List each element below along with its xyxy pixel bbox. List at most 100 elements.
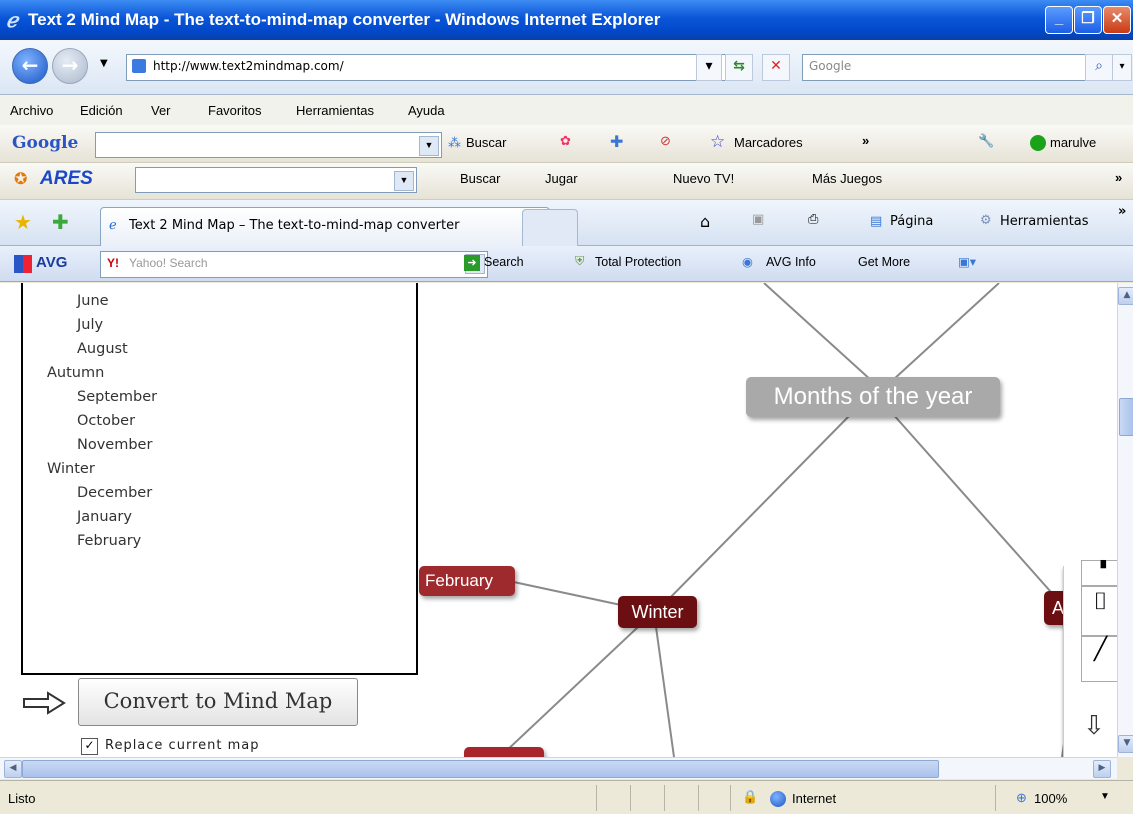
total-protection-button[interactable]: Total Protection [595, 255, 681, 269]
page-icon [132, 59, 146, 73]
menu-herramientas[interactable]: Herramientas [296, 103, 374, 118]
yahoo-icon: Y! [107, 256, 119, 270]
history-dropdown-icon[interactable]: ▼ [100, 58, 108, 69]
ares-tv-button[interactable]: Nuevo TV! [673, 171, 734, 186]
ares-play-button[interactable]: Jugar [545, 171, 578, 186]
forward-button[interactable]: → [52, 48, 88, 84]
google-search-button[interactable]: Buscar [466, 135, 506, 150]
replace-map-checkbox[interactable]: ✓ [81, 738, 98, 755]
wrench-icon[interactable]: 🔧 [978, 133, 994, 149]
new-tab-button[interactable] [522, 209, 578, 246]
ares-search-input[interactable]: ▼ [135, 167, 417, 193]
scroll-left-icon[interactable]: ◀ [4, 760, 22, 778]
ares-dropdown-icon[interactable]: ▼ [394, 171, 414, 191]
add-favorites-icon[interactable]: ✚ [52, 210, 69, 234]
search-icon[interactable]: ⌕ [1085, 54, 1113, 81]
menu-ver[interactable]: Ver [151, 103, 171, 118]
flower-icon[interactable]: ✿ [560, 133, 571, 149]
refresh-icon[interactable]: ⇆ [725, 54, 753, 81]
minimize-button[interactable]: _ [1045, 6, 1073, 34]
ares-games-button[interactable]: Más Juegos [812, 171, 882, 186]
vertical-scroll-thumb[interactable] [1119, 398, 1133, 436]
bookmarks-button[interactable]: Marcadores [734, 135, 803, 150]
mind-map-node-february[interactable]: February [419, 566, 515, 596]
ares-logo-icon: ✪ [14, 171, 28, 188]
line-tool-icon[interactable]: ╱ [1081, 636, 1117, 682]
google-dropdown-icon[interactable]: ▼ [419, 136, 439, 156]
menu-ayuda[interactable]: Ayuda [408, 103, 445, 118]
ares-search-button[interactable]: Buscar [460, 171, 500, 186]
avg-extra-icon[interactable]: ▣▾ [958, 254, 976, 269]
ie-logo-icon: ℯ [6, 10, 18, 32]
menu-bar: Archivo Edición Ver Favoritos Herramient… [0, 95, 1133, 125]
star-bookmark-icon: ☆ [710, 132, 726, 151]
stop-icon[interactable]: ✕ [762, 54, 790, 81]
status-divider [596, 785, 597, 811]
menu-favoritos[interactable]: Favoritos [208, 103, 261, 118]
maximize-button[interactable]: ❐ [1074, 6, 1102, 34]
url-field[interactable]: http://www.text2mindmap.com/ [126, 54, 749, 81]
avg-search-button[interactable]: Search [484, 255, 524, 269]
status-divider [630, 785, 631, 811]
google-logo: Google [12, 133, 79, 153]
map-tool-panel: ▝ ⌷ ╱ ⇩ [1063, 560, 1117, 757]
feeds-icon[interactable]: ▣ [752, 212, 764, 227]
horizontal-scroll-thumb[interactable] [22, 760, 939, 778]
editor-line: Summer [47, 283, 109, 285]
google-toolbar: Google ▼ ⁂ Buscar ✿ ✚ ⊘ ☆ Marcadores » 🔧… [0, 125, 1133, 163]
editor-line: Autumn [47, 365, 105, 381]
zoom-icon: ⊕ [1016, 790, 1027, 805]
image-tool-icon[interactable]: ⌷ [1081, 586, 1117, 636]
user-account[interactable]: marulve [1050, 135, 1096, 150]
plus-icon[interactable]: ✚ [610, 132, 623, 152]
editor-line: October [77, 413, 136, 429]
popup-blocker-icon[interactable]: ⊘ [660, 133, 671, 149]
url-dropdown-icon[interactable]: ▾ [696, 54, 722, 81]
print-icon[interactable]: ⎙ [808, 212, 818, 227]
favorites-star-icon[interactable]: ★ [14, 210, 32, 234]
tool-icon[interactable]: ▝ [1081, 560, 1117, 586]
zoom-dropdown-icon[interactable]: ▼ [1100, 791, 1110, 802]
tools-menu[interactable]: Herramientas [1000, 214, 1089, 229]
search-dropdown-icon[interactable]: ▾ [1112, 54, 1132, 81]
page-menu-icon: ▤ [870, 214, 883, 229]
tab-bar: ★ ✚ ℯ Text 2 Mind Map – The text-to-mind… [0, 200, 1133, 246]
download-arrow-icon[interactable]: ⇩ [1083, 711, 1105, 741]
close-button[interactable]: ✕ [1103, 6, 1131, 34]
mind-map-root-node[interactable]: Months of the year [746, 377, 1000, 417]
security-zone[interactable]: Internet [792, 791, 836, 806]
yahoo-search-input[interactable]: Y! Yahoo! Search ▼ [100, 251, 488, 278]
url-text: http://www.text2mindmap.com/ [153, 59, 344, 73]
scroll-right-icon[interactable]: ▶ [1093, 760, 1111, 778]
convert-to-mind-map-button[interactable]: Convert to Mind Map [78, 678, 358, 726]
web-search-input[interactable]: Google [802, 54, 1088, 81]
arrow-right-icon [23, 691, 66, 715]
tab-text2mindmap[interactable]: ℯ Text 2 Mind Map – The text-to-mind-map… [100, 207, 550, 246]
google-more-chevron[interactable]: » [862, 133, 869, 148]
tab-label: Text 2 Mind Map – The text-to-mind-map c… [129, 218, 460, 233]
page-menu[interactable]: Página [890, 214, 933, 229]
mind-map-canvas[interactable]: Months of the year Winter February Autum… [414, 283, 1117, 757]
home-icon[interactable]: ⌂ [700, 212, 710, 231]
menu-edicion[interactable]: Edición [80, 103, 123, 118]
ares-more-chevron[interactable]: » [1115, 170, 1122, 185]
protected-mode-icon[interactable]: 🔒 [742, 789, 758, 805]
menu-archivo[interactable]: Archivo [10, 103, 53, 118]
vertical-scrollbar[interactable]: ▲ ▼ [1117, 283, 1133, 757]
address-toolbar: ← → ▼ http://www.text2mindmap.com/ ▾ ⇆ ✕… [0, 40, 1133, 95]
web-page-content: Summer June July August Autumn September Octob… [0, 283, 1117, 757]
zoom-level[interactable]: 100% [1034, 791, 1067, 806]
get-more-button[interactable]: Get More [858, 255, 910, 269]
scroll-up-icon[interactable]: ▲ [1118, 287, 1133, 305]
avg-info-button[interactable]: AVG Info [766, 255, 816, 269]
mind-map-node-winter[interactable]: Winter [618, 596, 697, 628]
mindmap-text-editor[interactable]: Summer June July August Autumn September Octob… [21, 283, 418, 675]
google-search-input[interactable]: ▼ [95, 132, 442, 158]
replace-map-label: Replace current map [105, 738, 260, 753]
scroll-down-icon[interactable]: ▼ [1118, 735, 1133, 753]
window-title-bar[interactable]: ℯ Text 2 Mind Map - The text-to-mind-map… [0, 0, 1133, 40]
mind-map-node-partial[interactable] [464, 747, 544, 757]
tabs-more-chevron[interactable]: » [1118, 204, 1126, 219]
horizontal-scrollbar[interactable]: ◀ ▶ [0, 757, 1117, 779]
back-button[interactable]: ← [12, 48, 48, 84]
